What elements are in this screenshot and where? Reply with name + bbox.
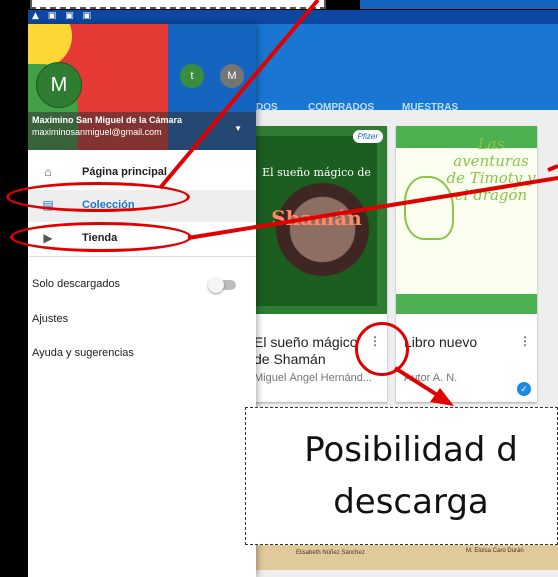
arrow-line [393, 366, 444, 400]
caption-line-2: descarga [333, 482, 489, 522]
arrow-line [187, 176, 558, 240]
caption-line-1: Posibilidad d [304, 430, 518, 470]
arrow-line [158, 0, 320, 190]
arrow-line [547, 164, 558, 172]
annotation-caption: Posibilidad d descarga [245, 407, 558, 545]
